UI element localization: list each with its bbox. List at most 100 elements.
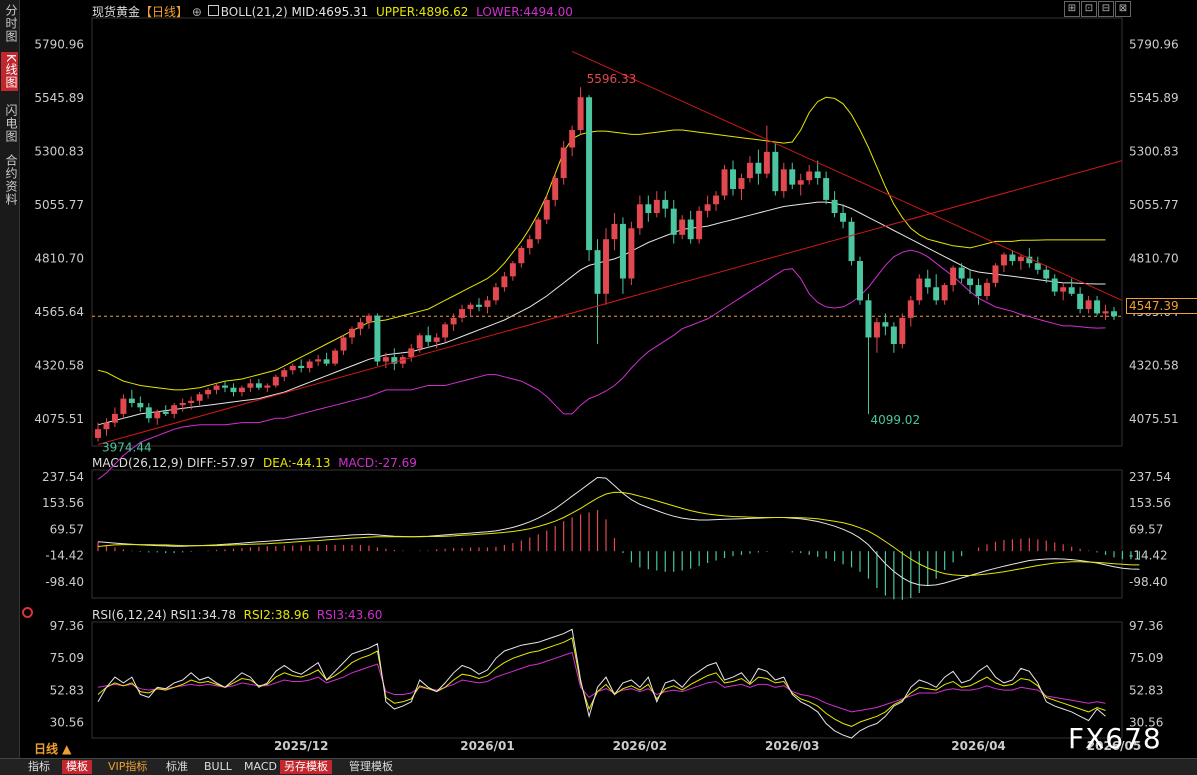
boll-mid-line xyxy=(97,201,1106,426)
candle-body xyxy=(840,213,847,222)
candle-body xyxy=(408,348,415,358)
candle-body xyxy=(442,324,449,338)
y-tick-right: 75.09 xyxy=(1129,651,1163,665)
candle-body xyxy=(577,97,584,131)
candle-body xyxy=(687,219,694,240)
candle-body xyxy=(374,315,381,362)
y-tick-left: 97.36 xyxy=(50,619,84,633)
boll-upper-line xyxy=(97,96,1106,391)
candle-body xyxy=(467,304,474,310)
start-low-annotation: 3974.44 xyxy=(102,440,152,454)
candle-body xyxy=(552,178,559,200)
candle-body xyxy=(763,151,770,174)
candle-body xyxy=(823,178,830,200)
period-selector[interactable]: 日线 ▲ xyxy=(34,740,71,757)
candle-body xyxy=(459,309,466,318)
candle-body xyxy=(484,300,491,307)
x-tick: 2026/03 xyxy=(765,739,819,753)
candle-body xyxy=(476,304,482,307)
candle-body xyxy=(1085,300,1092,310)
candle-body xyxy=(179,402,186,406)
y-tick-left: 4565.64 xyxy=(34,305,84,319)
macd-diff-line xyxy=(97,476,1140,587)
tab-templates[interactable]: 模板 xyxy=(62,760,92,774)
candle-body xyxy=(315,359,322,362)
candle-body xyxy=(1017,256,1024,262)
y-tick-right: 237.54 xyxy=(1129,470,1171,484)
candle-body xyxy=(882,322,889,327)
candle-body xyxy=(721,169,728,196)
candle-body xyxy=(696,210,703,240)
candle-body xyxy=(975,285,982,296)
candle-body xyxy=(365,315,372,323)
candle-body xyxy=(382,357,389,362)
candle-body xyxy=(967,278,974,286)
candle-body xyxy=(120,398,127,414)
tab-standard[interactable]: 标准 xyxy=(162,760,192,774)
tab-vip-indicators[interactable]: VIP指标 xyxy=(104,760,151,774)
candle-body xyxy=(873,322,880,338)
y-tick-left: 4320.58 xyxy=(34,359,84,373)
candle-body xyxy=(1102,311,1109,314)
candle-body xyxy=(797,180,804,185)
candle-body xyxy=(492,287,499,301)
tab-save-template[interactable]: 另存模板 xyxy=(280,760,332,774)
high-annotation: 5596.33 xyxy=(587,72,637,86)
watermark: FX678 xyxy=(1068,722,1162,755)
tab-macd[interactable]: MACD xyxy=(240,760,281,774)
candle-body xyxy=(95,429,101,438)
y-tick-left: -98.40 xyxy=(45,575,84,589)
candle-body xyxy=(289,365,296,371)
y-tick-left: 153.56 xyxy=(42,496,84,510)
candle-body xyxy=(247,383,254,388)
tab-indicators[interactable]: 指标 xyxy=(24,760,54,774)
y-tick-right: 153.56 xyxy=(1129,496,1171,510)
candle-body xyxy=(848,221,855,262)
candle-body xyxy=(238,387,245,393)
candle-body xyxy=(323,359,330,364)
candle-body xyxy=(780,169,787,192)
tab-manage-templates[interactable]: 管理模板 xyxy=(345,760,397,774)
y-tick-left: 75.09 xyxy=(50,651,84,665)
candle-body xyxy=(213,385,220,390)
x-tick: 2026/04 xyxy=(951,739,1005,753)
candle-body xyxy=(137,402,144,408)
candle-body xyxy=(450,317,457,325)
y-tick-left: 5300.83 xyxy=(34,145,84,159)
candle-body xyxy=(340,337,347,351)
candle-body xyxy=(713,195,720,205)
candle-body xyxy=(425,335,432,342)
y-tick-left: 5055.77 xyxy=(34,198,84,212)
trendline-resistance xyxy=(571,50,1123,301)
candle-body xyxy=(535,219,542,240)
candle-body xyxy=(272,376,279,386)
candle-body xyxy=(298,365,305,369)
candle-body xyxy=(941,285,948,301)
y-tick-left: 5790.96 xyxy=(34,38,84,52)
tab-bull[interactable]: BULL xyxy=(200,760,236,774)
candle-body xyxy=(560,147,567,179)
candle-body xyxy=(603,239,609,294)
chart-canvas[interactable]: 5790.96 5790.96 5545.89 5545.89 5300.83 5300.… xyxy=(0,0,1197,758)
candle-body xyxy=(594,250,601,294)
candle-body xyxy=(730,169,736,189)
panel-frame-1 xyxy=(91,469,1123,599)
candle-body xyxy=(645,204,652,214)
candle-body xyxy=(933,287,940,301)
candle-body xyxy=(196,394,203,401)
candle-body xyxy=(222,385,228,388)
y-tick-left: 5545.89 xyxy=(34,91,84,105)
y-tick-right: 5790.96 xyxy=(1129,38,1179,52)
y-tick-left: 4810.70 xyxy=(34,252,84,266)
y-tick-left: 30.56 xyxy=(50,716,84,730)
candle-body xyxy=(958,267,965,279)
candle-body xyxy=(509,263,516,277)
candle-body xyxy=(619,223,626,279)
candle-body xyxy=(1111,311,1117,317)
candle-body xyxy=(154,411,161,419)
candle-body xyxy=(992,265,999,283)
low-annotation: 4099.02 xyxy=(870,413,920,427)
bottom-toolbar: 指标 模板 VIP指标 标准 BULL MACD 另存模板 管理模板 xyxy=(0,758,1197,775)
y-tick-left: 4075.51 xyxy=(34,412,84,426)
rsi1-line xyxy=(97,628,1106,739)
